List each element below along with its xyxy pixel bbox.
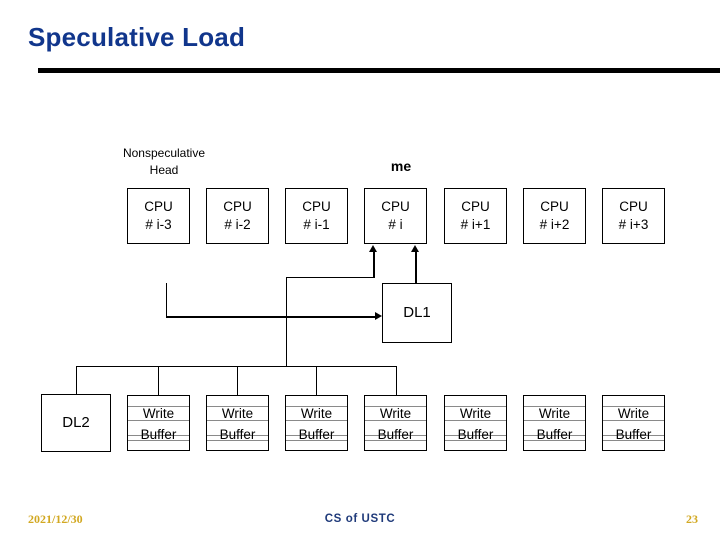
footer-page-number: 23 — [686, 512, 698, 526]
write-buffer-5-line1: Write — [538, 406, 571, 421]
footer-organization: CS of USTC — [324, 513, 396, 525]
write-buffer-1[interactable]: Write Buffer — [206, 395, 269, 451]
write-buffer-3[interactable]: Write Buffer — [364, 395, 427, 451]
bus-drop-wb-0 — [158, 366, 159, 395]
connector-bus-to-cpu-i-horizontal — [286, 277, 374, 278]
cpu-box-i-1-line1: CPU — [302, 199, 331, 214]
cpu-box-i-3[interactable]: CPU # i-3 — [127, 188, 190, 244]
write-buffer-4-line2: Buffer — [457, 427, 494, 442]
write-buffer-2-line1: Write — [300, 406, 333, 421]
write-buffer-2[interactable]: Write Buffer — [285, 395, 348, 451]
cpu-box-i[interactable]: CPU # i — [364, 188, 427, 244]
nonspeculative-head-line1: Nonspeculative — [122, 146, 206, 160]
dl1-box[interactable]: DL1 — [382, 283, 452, 343]
arrowhead-into-dl1 — [375, 312, 382, 320]
write-buffer-4[interactable]: Write Buffer — [444, 395, 507, 451]
connector-dl1-to-cpu-i — [415, 251, 417, 284]
nonspeculative-head-line2: Head — [149, 163, 179, 177]
bus-drop-wb-3 — [396, 366, 397, 395]
write-buffer-0-line2: Buffer — [140, 427, 177, 442]
page-title: Speculative Load — [28, 22, 246, 52]
write-buffer-2-line2: Buffer — [298, 427, 335, 442]
connector-dl1-feed-riser — [166, 283, 167, 317]
cpu-box-i-line2: # i — [388, 217, 403, 232]
cpu-box-i+2-line1: CPU — [540, 199, 569, 214]
write-buffer-0[interactable]: Write Buffer — [127, 395, 190, 451]
connector-into-dl1 — [166, 316, 376, 318]
cpu-box-i-2[interactable]: CPU # i-2 — [206, 188, 269, 244]
write-buffer-1-line2: Buffer — [219, 427, 256, 442]
cpu-box-i-1-line2: # i-1 — [303, 217, 330, 232]
dl2-box[interactable]: DL2 — [41, 394, 111, 452]
write-buffer-3-line2: Buffer — [377, 427, 414, 442]
me-label: me — [390, 158, 412, 174]
connector-left-riser — [286, 277, 287, 367]
bus-drop-wb-1 — [237, 366, 238, 395]
cpu-box-i-2-line1: CPU — [223, 199, 252, 214]
write-buffer-4-line1: Write — [459, 406, 492, 421]
cpu-box-i-2-line2: # i-2 — [224, 217, 251, 232]
cpu-box-i+1[interactable]: CPU # i+1 — [444, 188, 507, 244]
write-buffer-3-line1: Write — [379, 406, 412, 421]
write-buffer-1-line1: Write — [221, 406, 254, 421]
cpu-box-i+1-line1: CPU — [461, 199, 490, 214]
write-buffer-0-line1: Write — [142, 406, 175, 421]
cpu-box-i-1[interactable]: CPU # i-1 — [285, 188, 348, 244]
cpu-box-i-line1: CPU — [381, 199, 410, 214]
write-buffer-5[interactable]: Write Buffer — [523, 395, 586, 451]
dl2-label: DL2 — [62, 414, 90, 431]
cpu-box-i+3-line2: # i+3 — [618, 217, 649, 232]
write-buffer-6-line2: Buffer — [615, 427, 652, 442]
arrowhead-bus-to-cpu-i — [369, 245, 377, 252]
bus-drop-wb-2 — [316, 366, 317, 395]
write-buffer-6-line1: Write — [617, 406, 650, 421]
dl1-label: DL1 — [403, 304, 431, 321]
cpu-box-i-3-line1: CPU — [144, 199, 173, 214]
cpu-box-i+1-line2: # i+1 — [460, 217, 491, 232]
cpu-box-i+3[interactable]: CPU # i+3 — [602, 188, 665, 244]
bus-drop-dl2 — [76, 366, 77, 395]
nonspeculative-head-label: Nonspeculative Head — [105, 145, 223, 179]
title-divider — [38, 68, 720, 73]
write-buffer-6[interactable]: Write Buffer — [602, 395, 665, 451]
cpu-box-i+2-line2: # i+2 — [539, 217, 570, 232]
slide-canvas: Speculative Load Nonspeculative Head me … — [0, 0, 720, 540]
cpu-box-i+3-line1: CPU — [619, 199, 648, 214]
write-buffer-5-line2: Buffer — [536, 427, 573, 442]
arrowhead-dl1-to-cpu-i — [411, 245, 419, 252]
cpu-box-i-3-line2: # i-3 — [145, 217, 172, 232]
cpu-box-i+2[interactable]: CPU # i+2 — [523, 188, 586, 244]
connector-bus-to-cpu-i-vertical — [373, 251, 375, 278]
